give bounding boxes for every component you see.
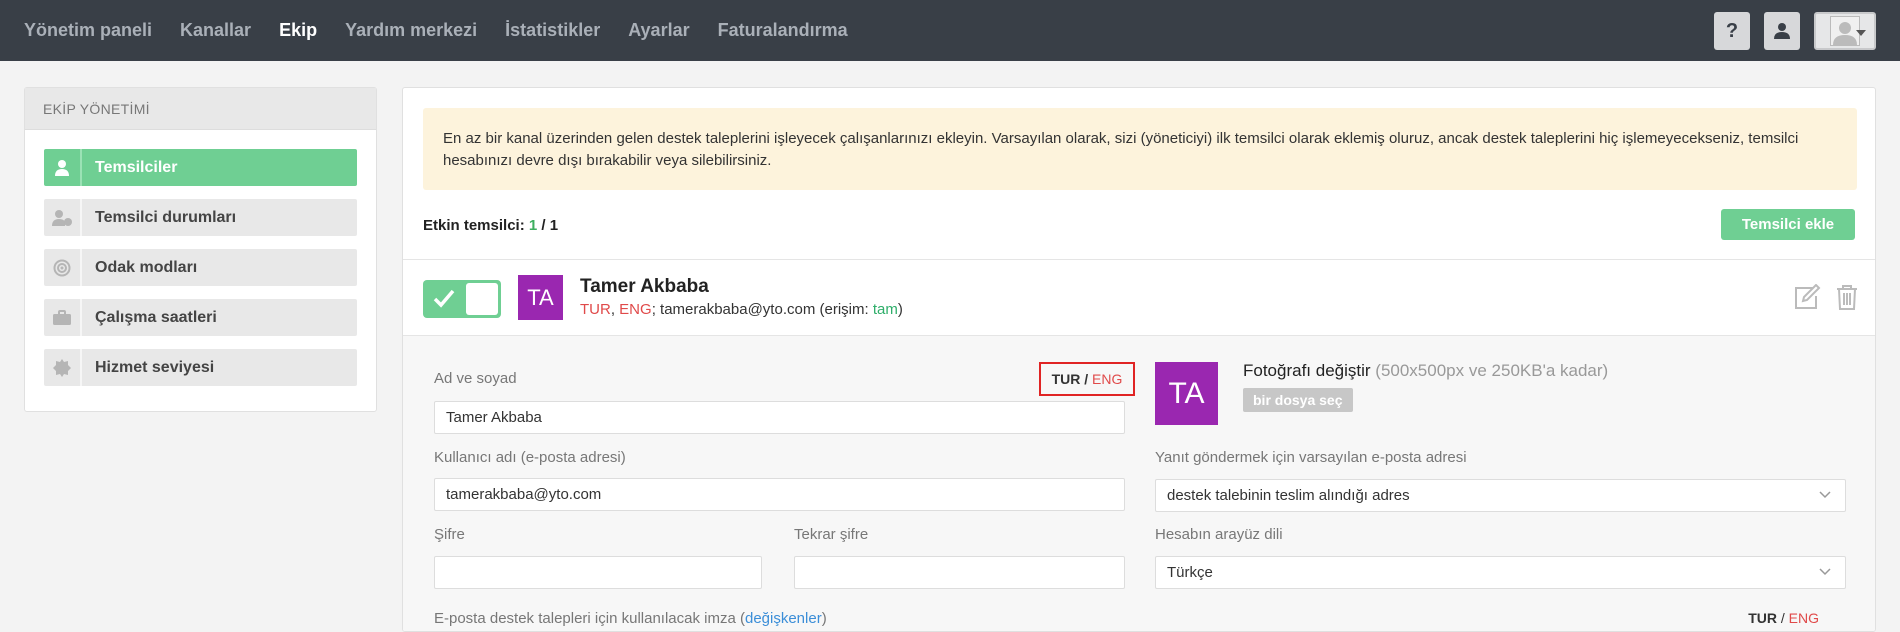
chevron-down-icon — [1819, 568, 1831, 576]
team-management-sidebar: EKİP YÖNETİMİ Temsilciler Temsilci durum… — [24, 87, 377, 412]
help-icon: ? — [1725, 19, 1739, 42]
sidebar-item-working-hours[interactable]: Çalışma saatleri — [44, 299, 357, 336]
reply-email-value: destek talebinin teslim alındığı adres — [1167, 487, 1410, 504]
agent-row[interactable]: TA Tamer Akbaba TUR, ENG; tamerakbaba@yt… — [403, 259, 1875, 336]
active-agents-count: Etkin temsilci: 1 / 1 — [423, 217, 558, 234]
sidebar-item-agent-statuses[interactable]: Temsilci durumları — [44, 199, 357, 236]
password-label: Şifre — [434, 526, 465, 543]
lang-eng-option[interactable]: ENG — [1092, 371, 1122, 387]
password-repeat-input[interactable] — [794, 556, 1125, 589]
agent-details: TUR, ENG; tamerakbaba@yto.com (erişim: t… — [580, 301, 903, 318]
nav-item-statistics[interactable]: İstatistikler — [505, 20, 600, 41]
nav-item-settings[interactable]: Ayarlar — [628, 20, 689, 41]
top-icons: ? — [1700, 12, 1876, 50]
edit-icon — [1795, 284, 1821, 309]
nav-item-help-center[interactable]: Yardım merkezi — [345, 20, 477, 41]
agents-panel: En az bir kanal üzerinden gelen destek t… — [402, 87, 1876, 632]
nav-item-dashboard[interactable]: Yönetim paneli — [24, 20, 152, 41]
lang-separator: / — [1080, 371, 1093, 387]
toggle-knob — [466, 283, 498, 315]
change-photo-label: Fotoğrafı değiştir — [1243, 361, 1371, 380]
info-notice: En az bir kanal üzerinden gelen destek t… — [423, 108, 1857, 190]
help-button[interactable]: ? — [1714, 12, 1750, 50]
choose-file-button[interactable]: bir dosya seç — [1243, 388, 1353, 412]
target-icon — [53, 259, 71, 276]
ui-language-label: Hesabın arayüz dili — [1155, 526, 1283, 543]
agent-active-toggle[interactable] — [423, 280, 501, 318]
active-agents-label: Etkin temsilci: — [423, 217, 525, 234]
password-repeat-label: Tekrar şifre — [794, 526, 869, 543]
sidebar-title: EKİP YÖNETİMİ — [25, 88, 376, 130]
account-menu-button[interactable] — [1814, 12, 1876, 50]
sig-lang-separator: / — [1776, 610, 1789, 626]
agent-photo: TA — [1155, 362, 1218, 425]
signature-language-switch[interactable]: TUR / ENG — [1748, 610, 1819, 626]
chevron-down-icon — [1819, 491, 1831, 499]
username-label: Kullanıcı adı (e-posta adresi) — [434, 449, 626, 466]
agent-name: Tamer Akbaba — [580, 276, 709, 297]
ui-language-select[interactable]: Türkçe — [1155, 556, 1846, 589]
agent-lang-separator: , — [610, 301, 615, 318]
sidebar-item-focus-modes[interactable]: Odak modları — [44, 249, 357, 286]
sig-lang-tur-option[interactable]: TUR — [1748, 610, 1777, 626]
username-email-input[interactable]: tamerakbaba@yto.com — [434, 478, 1125, 511]
signature-label-close: ) — [821, 610, 827, 627]
nav-item-team[interactable]: Ekip — [279, 20, 317, 41]
user-icon — [55, 159, 69, 176]
add-agent-button[interactable]: Temsilci ekle — [1721, 209, 1855, 240]
password-input[interactable] — [434, 556, 762, 589]
agent-lang-eng: ENG — [619, 301, 652, 318]
delete-button[interactable] — [1835, 284, 1859, 310]
trash-icon — [1837, 285, 1857, 310]
name-label: Ad ve soyad — [434, 370, 517, 387]
change-photo-title: Fotoğrafı değiştir (500x500px ve 250KB'a… — [1243, 361, 1608, 381]
user-status-icon — [52, 209, 72, 226]
sidebar-item-label: Hizmet seviyesi — [95, 358, 215, 376]
nav-item-billing[interactable]: Faturalandırma — [718, 20, 848, 41]
main-nav: Yönetim paneli Kanallar Ekip Yardım merk… — [24, 0, 876, 61]
edit-button[interactable] — [1793, 284, 1821, 310]
ui-language-value: Türkçe — [1167, 564, 1213, 581]
name-language-switch[interactable]: TUR / ENG — [1039, 362, 1135, 396]
photo-size-hint: (500x500px ve 250KB'a kadar) — [1370, 361, 1609, 380]
active-agents-total: 1 — [549, 217, 559, 234]
sidebar-item-label: Odak modları — [95, 258, 198, 276]
badge-icon — [53, 358, 71, 377]
agent-row-actions — [1779, 284, 1859, 310]
reply-email-select[interactable]: destek talebinin teslim alındığı adres — [1155, 479, 1846, 512]
user-icon — [1774, 23, 1790, 39]
sidebar-item-agents[interactable]: Temsilciler — [44, 149, 357, 186]
full-name-input[interactable]: Tamer Akbaba — [434, 401, 1125, 434]
nav-item-channels[interactable]: Kanallar — [180, 20, 251, 41]
active-agents-separator: / — [541, 217, 546, 234]
briefcase-icon — [53, 309, 71, 325]
agent-access-level: tam — [872, 301, 898, 318]
avatar-placeholder-icon — [1833, 22, 1857, 45]
check-icon — [433, 289, 455, 308]
agent-email: ; tamerakbaba@yto.com (erişim: — [651, 301, 873, 318]
sidebar-item-label: Çalışma saatleri — [95, 308, 217, 326]
reply-email-label: Yanıt göndermek için varsayılan e-posta … — [1155, 449, 1467, 466]
chevron-down-icon — [1856, 30, 1866, 36]
sidebar-item-service-level[interactable]: Hizmet seviyesi — [44, 349, 357, 386]
top-navigation-bar: Yönetim paneli Kanallar Ekip Yardım merk… — [0, 0, 1900, 61]
agent-avatar: TA — [518, 275, 563, 320]
agent-close-paren: ) — [897, 301, 903, 318]
sig-lang-eng-option[interactable]: ENG — [1789, 610, 1819, 626]
signature-label-text: E-posta destek talepleri için kullanılac… — [434, 610, 745, 627]
signature-label: E-posta destek talepleri için kullanılac… — [434, 610, 827, 627]
lang-tur-option[interactable]: TUR — [1052, 371, 1081, 387]
profile-button[interactable] — [1764, 12, 1800, 50]
sidebar-item-label: Temsilciler — [95, 158, 178, 176]
sidebar-item-label: Temsilci durumları — [95, 208, 237, 226]
active-agents-value: 1 — [528, 217, 538, 234]
agent-lang-tur: TUR — [580, 301, 611, 318]
variables-link[interactable]: değişkenler — [745, 610, 822, 627]
agent-edit-form: Ad ve soyad TUR / ENG Tamer Akbaba Kulla… — [403, 336, 1875, 631]
